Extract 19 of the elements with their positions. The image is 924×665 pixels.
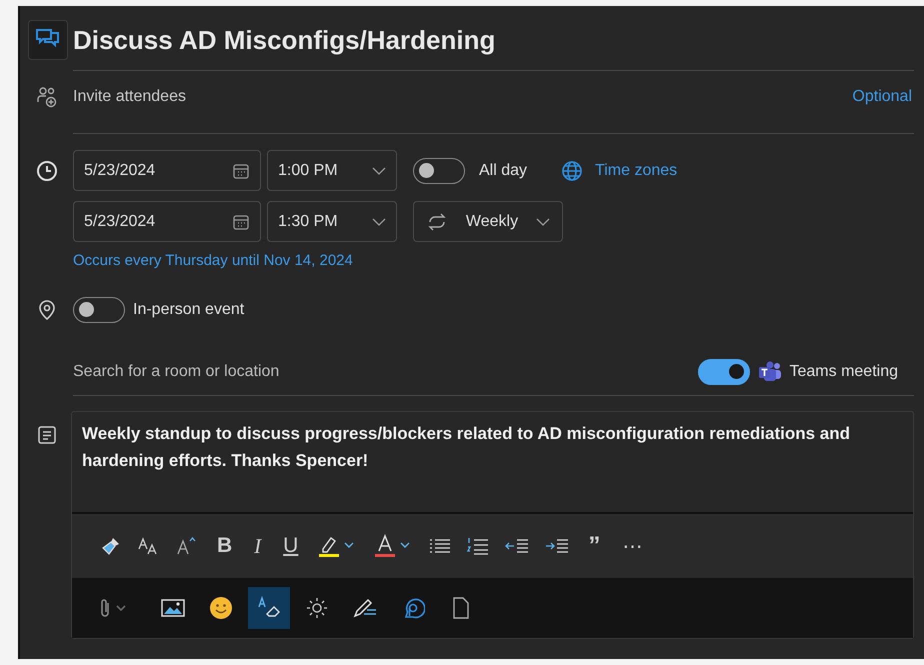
end-date-field[interactable]: 5/23/2024 [73,201,261,242]
all-day-label: All day [479,162,528,180]
time-zones-link[interactable]: Time zones [595,162,678,180]
end-time-dropdown[interactable]: 1:30 PM [267,201,397,242]
italic-button[interactable]: I [251,534,264,558]
recurrence-dropdown[interactable]: Weekly [413,201,563,242]
start-date-field[interactable]: 5/23/2024 [73,150,261,191]
event-title[interactable]: Discuss AD Misconfigs/Hardening [73,24,496,56]
invite-attendees-field[interactable]: Invite attendees [73,88,852,106]
quote-button[interactable]: ” [585,532,604,560]
optional-link[interactable]: Optional [852,88,912,106]
more-options-button[interactable]: ⋯ [619,534,646,558]
underline-button[interactable]: U [280,534,302,558]
start-time-dropdown[interactable]: 1:00 PM [267,150,397,191]
recurrence-summary-link[interactable]: Occurs every Thursday until Nov 14, 2024 [73,252,678,269]
teams-meeting-label: Teams meeting [790,363,898,381]
location-search-field[interactable]: Search for a room or location [73,363,698,381]
bold-button[interactable]: B [214,534,236,558]
in-person-label: In-person event [133,301,244,319]
